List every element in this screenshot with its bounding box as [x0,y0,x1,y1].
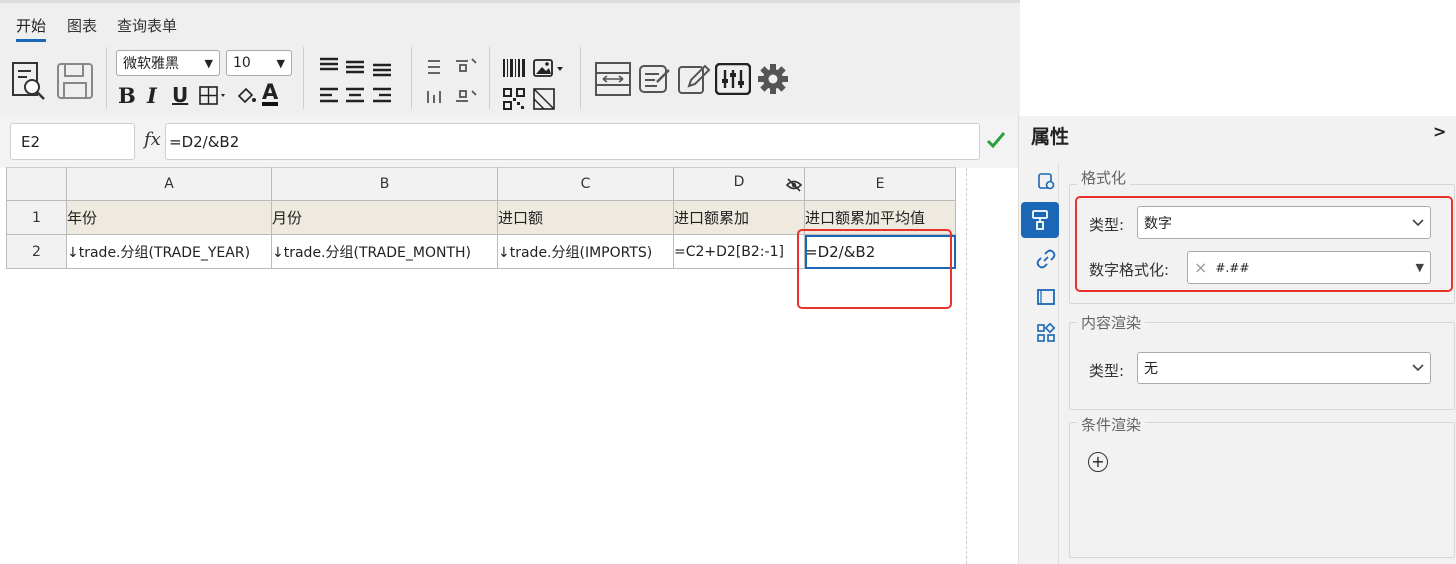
data-form-icon[interactable] [636,59,672,99]
panel-title: 属性 [1031,126,1070,148]
font-size-select[interactable]: 10 ▼ [226,50,292,76]
cell-reference-box[interactable]: E2 [10,123,135,160]
eye-hidden-icon [786,178,802,192]
chevron-down-icon: ▼ [276,56,285,70]
condition-section [1069,422,1455,558]
font-family-value: 微软雅黑 [123,56,179,72]
ribbon-toolbar: 开始 图表 查询表单 微软雅黑 ▼ 10 ▼ B I U A [0,0,1020,116]
formula-input[interactable]: =D2/&B2 [165,123,980,160]
row-header-2[interactable]: 2 [6,235,67,269]
gear-icon[interactable] [756,61,790,97]
grid-corner[interactable] [6,167,67,201]
cell-a1[interactable]: 年份 [67,201,272,235]
image-icon[interactable] [532,57,566,79]
plus-icon: + [1091,452,1105,471]
cell-b2[interactable]: ↓trade.分组(TRADE_MONTH) [272,235,498,269]
column-header-c[interactable]: C [498,167,674,201]
row-header-1[interactable]: 1 [6,201,67,235]
page-boundary [966,168,967,564]
tab-chart[interactable]: 图表 [67,15,97,36]
highlight-box [797,229,952,309]
cell-b1[interactable]: 月份 [272,201,498,235]
condition-section-legend: 条件渲染 [1077,414,1146,435]
cell-d2[interactable]: =C2+D2[B2:-1] [674,235,805,269]
border-icon[interactable] [198,85,230,107]
column-header-d[interactable]: D [674,167,805,201]
settings-panel-icon[interactable] [714,61,752,97]
cell-reference: E2 [21,132,41,151]
link-icon[interactable] [1029,242,1063,276]
cell-c2[interactable]: ↓trade.分组(IMPORTS) [498,235,674,269]
components-icon[interactable] [1029,316,1063,350]
underline-button[interactable]: U [172,83,188,107]
properties-panel: 属性 > 格式化 类型: 数字 数字格式化: × #.## ▼ 内容渲染 类型:… [1018,116,1456,564]
highlight-box [1075,196,1453,292]
font-size-value: 10 [233,55,251,71]
formula-bar: E2 fx =D2/&B2 [0,116,1020,168]
slash-cell-icon[interactable] [532,87,556,111]
render-section-legend: 内容渲染 [1077,312,1146,333]
bold-button[interactable]: B [118,83,136,108]
frame-icon[interactable] [1029,280,1063,314]
italic-button[interactable]: I [147,83,157,108]
column-header-a[interactable]: A [67,167,272,201]
add-condition-button[interactable]: + [1088,452,1108,472]
qrcode-icon[interactable] [502,87,526,111]
barcode-icon[interactable] [502,57,526,79]
render-type-select[interactable]: 无 [1137,352,1431,384]
function-icon[interactable]: fx [144,129,161,150]
check-icon[interactable] [984,128,1008,152]
chevron-down-icon: ▼ [204,56,213,70]
merge-cells-group[interactable] [424,55,480,115]
preview-icon[interactable] [10,59,48,103]
format-section-legend: 格式化 [1077,167,1131,188]
formula-value: =D2/&B2 [169,132,240,151]
column-header-b[interactable]: B [272,167,498,201]
table-layout-icon[interactable] [594,59,632,99]
edit-icon[interactable] [676,59,712,99]
column-header-e[interactable]: E [805,167,956,201]
data-settings-icon[interactable] [1029,164,1063,198]
fill-color-icon[interactable] [234,85,258,107]
align-group [318,55,398,115]
cell-a2[interactable]: ↓trade.分组(TRADE_YEAR) [67,235,272,269]
font-family-select[interactable]: 微软雅黑 ▼ [116,50,220,76]
chevron-down-icon [1412,364,1424,372]
cell-d1[interactable]: 进口额累加 [674,201,805,235]
font-color-button[interactable]: A [262,82,279,106]
render-type-value: 无 [1144,361,1158,377]
column-header-d-label: D [733,174,745,190]
cell-c1[interactable]: 进口额 [498,201,674,235]
tab-start[interactable]: 开始 [16,15,47,42]
format-brush-icon[interactable] [1021,202,1059,238]
save-icon[interactable] [54,59,96,103]
collapse-icon[interactable]: > [1433,122,1446,141]
tab-query-form[interactable]: 查询表单 [117,15,177,36]
render-type-label: 类型: [1089,362,1125,380]
